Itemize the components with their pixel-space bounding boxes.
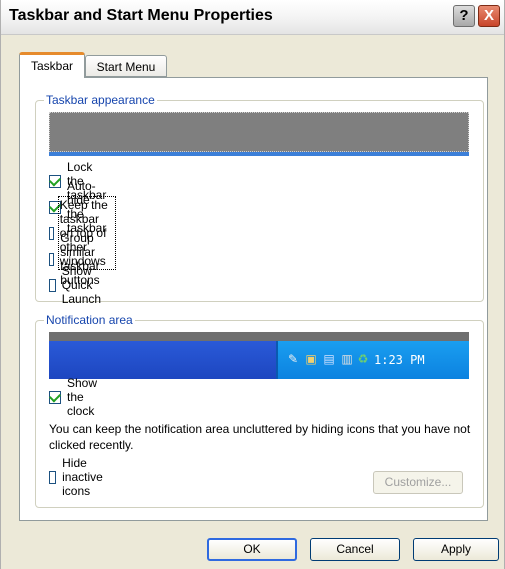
check-icon bbox=[48, 389, 62, 403]
lock-taskbar-checkbox[interactable] bbox=[48, 173, 62, 188]
tab-start-menu[interactable]: Start Menu bbox=[85, 55, 167, 77]
notification-area-legend: Notification area bbox=[44, 313, 135, 327]
cancel-button[interactable]: Cancel bbox=[310, 538, 400, 561]
sync-icon: ♻ bbox=[357, 352, 369, 366]
tab-taskbar[interactable]: Taskbar bbox=[19, 52, 85, 78]
close-icon: X bbox=[483, 7, 494, 24]
hide-inactive-checkbox[interactable] bbox=[49, 470, 57, 484]
preview-tray: ✎ ▣ ▤ ▥ ♻ 1:23 PM bbox=[276, 341, 469, 379]
tray-clock: 1:23 PM bbox=[374, 353, 425, 367]
ok-button[interactable]: OK bbox=[207, 538, 297, 561]
volume-icon: ▥ bbox=[341, 352, 353, 366]
preview-top-strip bbox=[49, 332, 469, 341]
title-bar[interactable]: Taskbar and Start Menu Properties ? X bbox=[1, 0, 504, 35]
show-clock-option[interactable]: Show the clock bbox=[48, 376, 98, 418]
preview-taskbar bbox=[49, 341, 276, 379]
tool-icon: ✎ bbox=[287, 352, 299, 366]
network-icon: ▣ bbox=[305, 352, 317, 366]
taskbar-preview-bar bbox=[49, 112, 469, 152]
help-icon: ? bbox=[459, 7, 469, 24]
notification-preview: ✎ ▣ ▤ ▥ ♻ 1:23 PM bbox=[49, 332, 469, 380]
taskbar-preview bbox=[49, 112, 469, 156]
monitor-icon: ▤ bbox=[323, 352, 335, 366]
quick-launch-checkbox[interactable] bbox=[49, 278, 56, 292]
show-clock-label: Show the clock bbox=[67, 376, 98, 418]
notification-note: You can keep the notification area unclu… bbox=[49, 422, 471, 452]
customize-button[interactable]: Customize... bbox=[373, 471, 463, 494]
keep-on-top-checkbox[interactable] bbox=[49, 226, 54, 240]
show-clock-checkbox[interactable] bbox=[48, 389, 62, 404]
properties-dialog: Taskbar and Start Menu Properties ? X Ta… bbox=[0, 0, 505, 569]
close-button[interactable]: X bbox=[478, 5, 500, 27]
taskbar-preview-edge bbox=[49, 152, 469, 156]
taskbar-appearance-legend: Taskbar appearance bbox=[44, 93, 157, 107]
hide-inactive-label: Hide inactive icons bbox=[62, 456, 103, 498]
hide-inactive-option[interactable]: Hide inactive icons bbox=[49, 456, 109, 498]
check-icon bbox=[48, 173, 62, 187]
group-buttons-checkbox[interactable] bbox=[49, 252, 55, 266]
help-button[interactable]: ? bbox=[453, 5, 475, 27]
apply-button[interactable]: Apply bbox=[413, 538, 499, 561]
quick-launch-option[interactable]: Show Quick Launch bbox=[49, 264, 107, 306]
window-title: Taskbar and Start Menu Properties bbox=[9, 7, 273, 24]
quick-launch-label: Show Quick Launch bbox=[61, 264, 102, 306]
